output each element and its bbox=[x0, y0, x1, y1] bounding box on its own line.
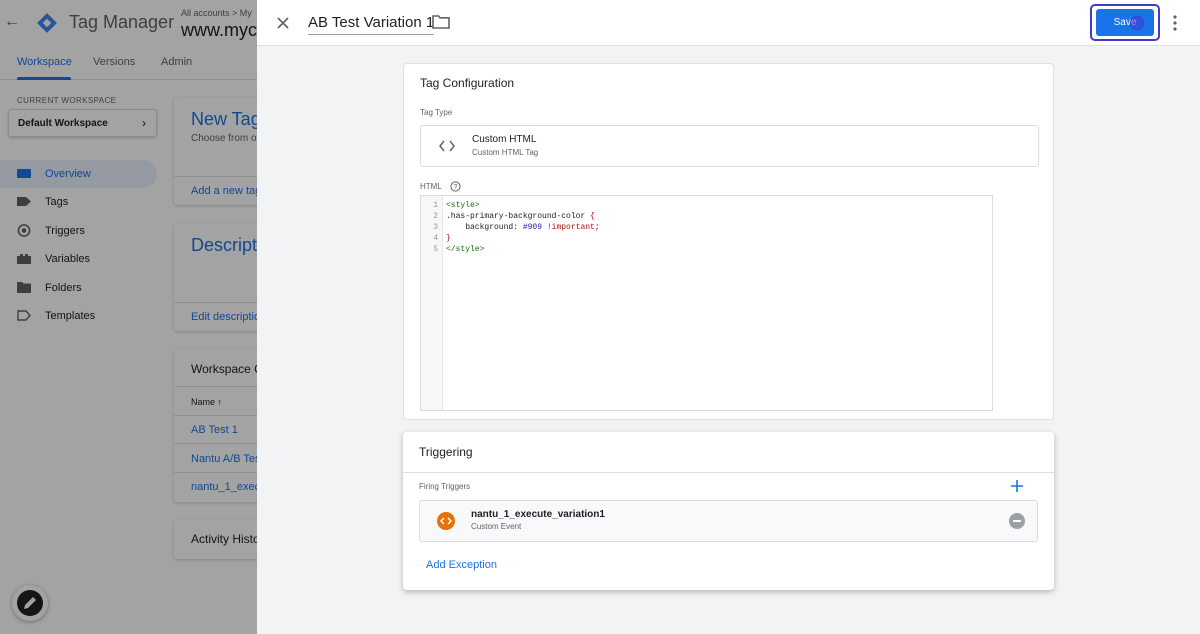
code-token: } bbox=[446, 234, 451, 243]
svg-text:?: ? bbox=[454, 184, 458, 191]
code-token: <style> bbox=[446, 201, 480, 210]
modal-scrim[interactable] bbox=[0, 0, 257, 634]
html-code-editor[interactable]: 1 2 3 4 5 <style> .has-primary-backgroun… bbox=[420, 195, 993, 411]
folder-icon[interactable] bbox=[432, 14, 450, 30]
code-token: ; bbox=[594, 223, 600, 232]
code-token: !important bbox=[546, 223, 595, 232]
plus-icon[interactable] bbox=[1010, 479, 1024, 493]
code-token: .has-primary-background-color bbox=[446, 212, 586, 221]
tag-configuration-card[interactable]: Tag Configuration Tag Type Custom HTML C… bbox=[403, 63, 1054, 420]
code-line: <style> bbox=[446, 201, 480, 210]
tag-type-selector[interactable]: Custom HTML Custom HTML Tag bbox=[420, 125, 1039, 167]
line-number-gutter: 1 2 3 4 5 bbox=[421, 196, 443, 410]
panel-header: AB Test Variation 1 Save bbox=[257, 0, 1200, 46]
close-icon[interactable] bbox=[273, 13, 293, 33]
code-token: </style> bbox=[446, 245, 485, 254]
code-token: #909 bbox=[522, 223, 543, 232]
tag-editor-panel: AB Test Variation 1 Save Tag Configurati… bbox=[257, 0, 1200, 634]
more-vert-icon[interactable] bbox=[1168, 14, 1182, 32]
custom-event-icon bbox=[437, 512, 455, 530]
save-button[interactable]: Save bbox=[1096, 9, 1154, 36]
remove-icon[interactable] bbox=[1009, 513, 1025, 529]
code-token: background: bbox=[465, 223, 519, 232]
triggering-title: Triggering bbox=[419, 445, 473, 459]
html-label: HTML bbox=[420, 182, 442, 191]
code-token: { bbox=[590, 212, 595, 221]
code-line: </style> bbox=[446, 245, 484, 254]
tag-configuration-title: Tag Configuration bbox=[420, 76, 515, 90]
firing-trigger-row[interactable]: nantu_1_execute_variation1 Custom Event bbox=[419, 500, 1038, 542]
code-line: } bbox=[446, 234, 451, 243]
line-number: 3 bbox=[433, 223, 438, 232]
cursor-indicator bbox=[1130, 16, 1144, 30]
trigger-name: nantu_1_execute_variation1 bbox=[471, 509, 605, 520]
tag-type-subtitle: Custom HTML Tag bbox=[472, 148, 539, 157]
code-line: .has-primary-background-color { bbox=[446, 212, 595, 221]
tag-type-name: Custom HTML bbox=[472, 134, 537, 145]
help-icon[interactable]: ? bbox=[450, 181, 461, 192]
tag-name-input[interactable]: AB Test Variation 1 bbox=[308, 14, 435, 35]
firing-triggers-label: Firing Triggers bbox=[419, 482, 471, 491]
tag-type-label: Tag Type bbox=[420, 108, 453, 117]
trigger-type: Custom Event bbox=[471, 522, 522, 531]
line-number: 1 bbox=[433, 201, 438, 210]
line-number: 2 bbox=[433, 212, 438, 221]
triggering-card: Triggering Firing Triggers nantu_1_execu… bbox=[403, 432, 1054, 590]
divider bbox=[403, 472, 1054, 473]
line-number: 5 bbox=[433, 245, 438, 254]
code-icon bbox=[439, 140, 455, 152]
line-number: 4 bbox=[433, 234, 438, 243]
add-exception-button[interactable]: Add Exception bbox=[426, 559, 497, 571]
code-line: background: #909 !important; bbox=[446, 223, 600, 232]
